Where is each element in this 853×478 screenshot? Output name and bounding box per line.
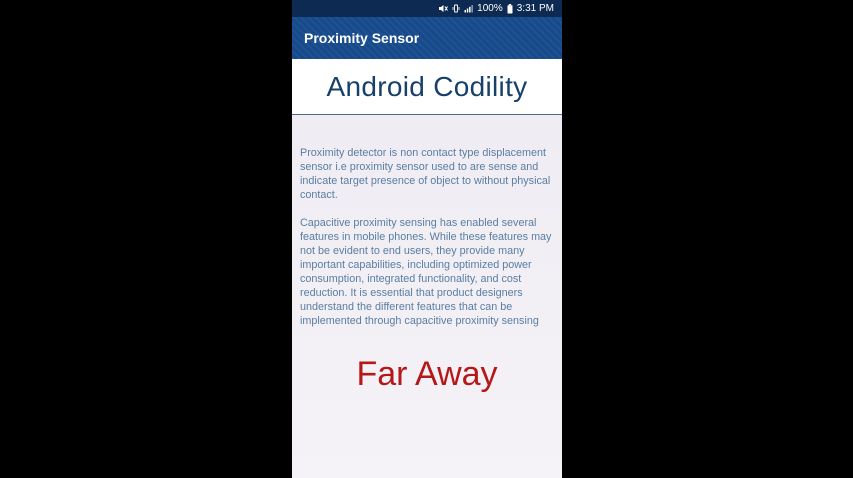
heading-banner: Android Codility (292, 59, 562, 115)
vibrate-icon (452, 4, 460, 13)
status-bar: 100% 3:31 PM (292, 0, 562, 17)
description-paragraph-1: Proximity detector is non contact type d… (300, 147, 551, 201)
page-title: Android Codility (326, 70, 528, 102)
content-area: Proximity detector is non contact type d… (292, 115, 562, 478)
battery-percent: 100% (477, 3, 503, 14)
battery-icon (507, 3, 513, 14)
phone-screen: 100% 3:31 PM Proximity Sensor Android Co… (292, 0, 562, 478)
signal-icon (464, 4, 474, 13)
proximity-status-text: Far Away (356, 355, 498, 393)
app-bar-title: Proximity Sensor (304, 30, 420, 46)
mute-icon (438, 4, 449, 13)
status-time: 3:31 PM (516, 3, 554, 14)
app-bar: Proximity Sensor (292, 17, 562, 59)
description-paragraph-2: Capacitive proximity sensing has enabled… (300, 217, 552, 327)
